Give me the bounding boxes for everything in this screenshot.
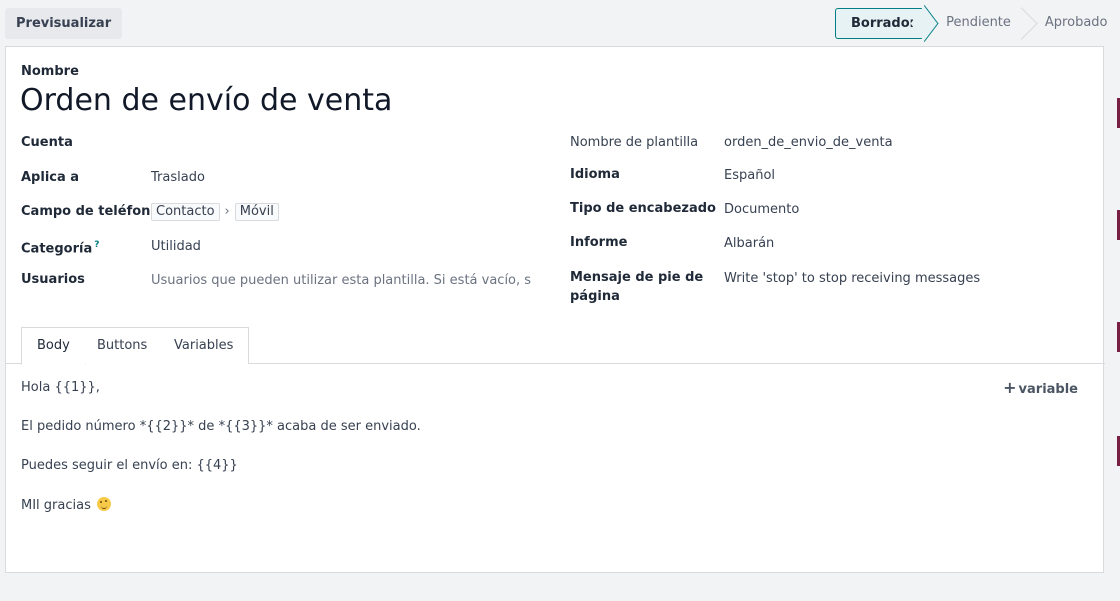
idioma-field[interactable]: Español [724, 166, 775, 185]
categoria-field[interactable]: Utilidad [151, 237, 201, 256]
winking-face-icon [97, 497, 111, 511]
categoria-label: Categoría? [21, 240, 100, 257]
informe-field[interactable]: Albarán [724, 234, 774, 253]
cuenta-field[interactable] [151, 133, 531, 152]
usuarios-label: Usuarios [21, 272, 85, 287]
idioma-label: Idioma [570, 167, 620, 182]
name-label: Nombre [21, 64, 79, 79]
preview-button[interactable]: Previsualizar [5, 8, 123, 39]
body-line[interactable]: MIl gracias [21, 497, 111, 513]
add-variable-button[interactable]: + variable [1003, 378, 1078, 397]
name-input[interactable]: Orden de envío de venta [20, 83, 392, 118]
notebook-tabs: Body Buttons Variables [6, 327, 1105, 365]
usuarios-field[interactable]: Usuarios que pueden utilizar esta planti… [151, 271, 531, 290]
body-line[interactable]: Puedes seguir el envío en: {{4}} [21, 458, 238, 473]
plus-icon: + [1003, 378, 1017, 397]
help-icon[interactable]: ? [94, 240, 99, 250]
form-sheet: Nombre Orden de envío de venta Cuenta Ap… [5, 46, 1105, 573]
plantilla-label: Nombre de plantilla [570, 135, 699, 150]
plantilla-field[interactable]: orden_de_envio_de_venta [724, 133, 893, 152]
pie-label: Mensaje de pie de página [570, 270, 704, 304]
stage-aprobado[interactable]: Aprobado [1024, 8, 1120, 39]
status-bar: Borrador Pendiente Aprobado [835, 8, 1120, 39]
cuenta-label: Cuenta [21, 135, 73, 150]
tab-body[interactable]: Body [21, 327, 86, 365]
path-chip-movil[interactable]: Móvil [234, 203, 279, 221]
telefono-field[interactable]: Contacto › Móvil [151, 202, 279, 221]
aplica-label: Aplica a [21, 170, 80, 185]
stage-borrador[interactable]: Borrador [835, 8, 927, 39]
telefono-label: Campo de teléfono [21, 204, 160, 219]
encabezado-field[interactable]: Documento [724, 200, 799, 219]
tab-buttons[interactable]: Buttons [82, 327, 164, 364]
path-chip-contacto[interactable]: Contacto [151, 203, 220, 221]
tab-variables[interactable]: Variables [159, 327, 250, 364]
aplica-field[interactable]: Traslado [151, 168, 205, 187]
informe-label: Informe [570, 235, 628, 250]
body-line[interactable]: Hola {{1}}, [21, 380, 100, 395]
stage-pendiente[interactable]: Pendiente [926, 8, 1025, 39]
encabezado-label: Tipo de encabezado [570, 201, 716, 216]
body-line[interactable]: El pedido número *{{2}}* de *{{3}}* acab… [21, 419, 421, 434]
pie-field[interactable]: Write 'stop' to stop receiving messages [724, 269, 980, 288]
control-panel: Previsualizar Borrador Pendiente Aprobad… [0, 0, 1120, 46]
chevron-right-icon: › [224, 204, 230, 219]
